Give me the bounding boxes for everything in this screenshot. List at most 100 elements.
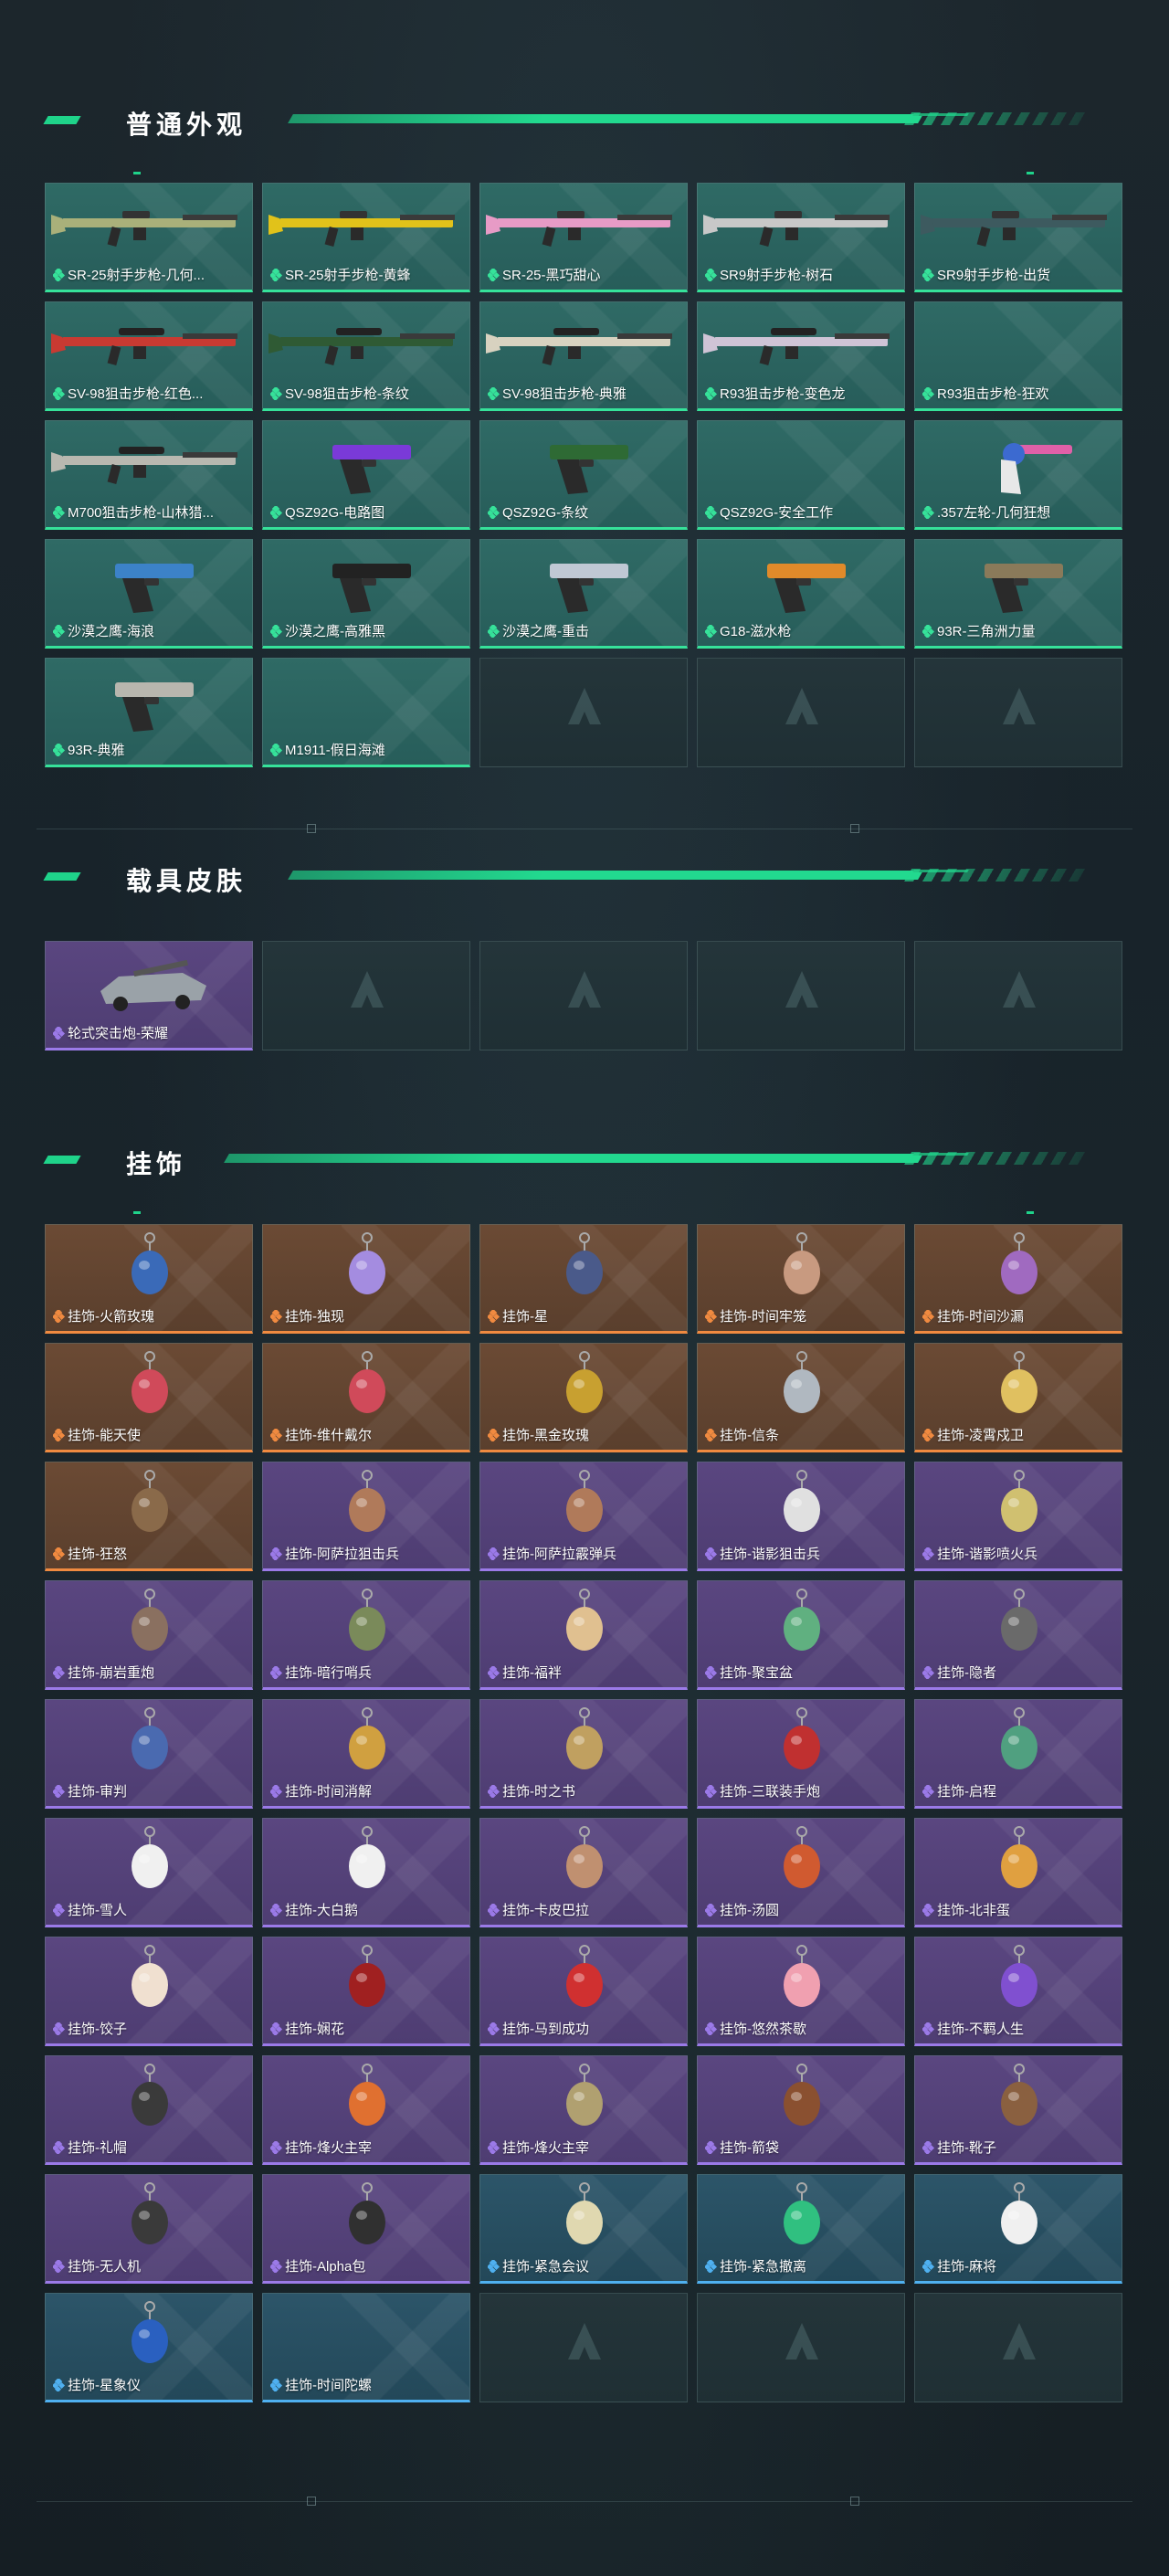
item-tile[interactable]: 挂饰-时之书	[479, 1699, 688, 1809]
charm-icon	[46, 1585, 252, 1667]
item-tile[interactable]: 挂饰-聚宝盆	[697, 1580, 905, 1690]
item-tile[interactable]: 沙漠之鹰-重击	[479, 539, 688, 649]
charm-icon	[263, 1822, 469, 1905]
item-tile[interactable]: QSZ92G-电路图	[262, 420, 470, 530]
rarity-gem-icon	[53, 2140, 68, 2156]
header-tick-left	[133, 172, 141, 174]
charm-icon	[915, 1466, 1122, 1548]
item-tile[interactable]: 挂饰-雪人	[45, 1818, 253, 1927]
item-tile[interactable]: 挂饰-星	[479, 1224, 688, 1334]
item-tile[interactable]: 挂饰-不羁人生	[914, 1937, 1122, 2046]
rarity-gem-icon	[922, 2259, 937, 2275]
item-tile[interactable]: 挂饰-烽火主宰	[262, 2055, 470, 2165]
item-tile[interactable]: .357左轮-几何狂想	[914, 420, 1122, 530]
item-tile[interactable]: 挂饰-福袢	[479, 1580, 688, 1690]
item-tile[interactable]: 挂饰-悠然茶歇	[697, 1937, 905, 2046]
item-tile[interactable]: 挂饰-谐影狙击兵	[697, 1462, 905, 1571]
item-tile[interactable]: 挂饰-靴子	[914, 2055, 1122, 2165]
item-tile[interactable]: 挂饰-大白鹅	[262, 1818, 470, 1927]
item-label: 挂饰-阿萨拉狙击兵	[270, 1544, 464, 1563]
item-tile[interactable]: 挂饰-饺子	[45, 1937, 253, 2046]
item-label: 挂饰-烽火主宰	[488, 2138, 681, 2157]
item-tile[interactable]: 挂饰-信条	[697, 1343, 905, 1452]
item-tile[interactable]: 挂饰-独现	[262, 1224, 470, 1334]
item-tile[interactable]: 挂饰-星象仪	[45, 2293, 253, 2402]
item-tile[interactable]: 挂饰-时间陀螺	[262, 2293, 470, 2402]
item-tile[interactable]: 挂饰-麻将	[914, 2174, 1122, 2284]
item-tile[interactable]: 沙漠之鹰-海浪	[45, 539, 253, 649]
header-bar	[288, 871, 923, 880]
item-tile[interactable]: M700狙击步枪-山林猎...	[45, 420, 253, 530]
rarity-gem-icon	[488, 1665, 502, 1681]
item-tile[interactable]: 挂饰-紧急撤离	[697, 2174, 905, 2284]
item-tile[interactable]: 挂饰-北非蛋	[914, 1818, 1122, 1927]
rarity-gem-icon	[705, 2022, 720, 2037]
empty-slot	[914, 941, 1122, 1050]
item-label: 挂饰-火箭玫瑰	[53, 1306, 247, 1325]
item-tile[interactable]: 挂饰-礼帽	[45, 2055, 253, 2165]
item-tile[interactable]: 挂饰-暗行哨兵	[262, 1580, 470, 1690]
rarity-gem-icon	[705, 1428, 720, 1443]
rifle-icon	[263, 187, 469, 269]
charm-icon	[698, 1466, 904, 1548]
item-tile[interactable]: 沙漠之鹰-高雅黑	[262, 539, 470, 649]
item-tile[interactable]: 挂饰-能天使	[45, 1343, 253, 1452]
item-tile[interactable]: 挂饰-阿萨拉霰弹兵	[479, 1462, 688, 1571]
rarity-gem-icon	[922, 505, 937, 521]
item-tile[interactable]: SV-98狙击步枪-典雅	[479, 301, 688, 411]
item-tile[interactable]: 挂饰-时间牢笼	[697, 1224, 905, 1334]
item-tile[interactable]: SV-98狙击步枪-红色...	[45, 301, 253, 411]
item-tile[interactable]: SR9射手步枪-树石	[697, 183, 905, 292]
item-tile[interactable]: 挂饰-时间消解	[262, 1699, 470, 1809]
sniper-rifle-icon	[698, 306, 904, 388]
item-tile[interactable]: 挂饰-狂怒	[45, 1462, 253, 1571]
item-tile[interactable]: SR-25射手步枪-黄蜂	[262, 183, 470, 292]
item-tile[interactable]: M1911-假日海滩	[262, 658, 470, 767]
pistol-icon	[480, 425, 687, 507]
item-label: 挂饰-紧急会议	[488, 2256, 681, 2275]
item-tile[interactable]: 挂饰-紧急会议	[479, 2174, 688, 2284]
item-tile[interactable]: 挂饰-马到成功	[479, 1937, 688, 2046]
item-tile[interactable]: 轮式突击炮-荣耀	[45, 941, 253, 1050]
item-tile[interactable]: 挂饰-火箭玫瑰	[45, 1224, 253, 1334]
rarity-gem-icon	[705, 1665, 720, 1681]
item-tile[interactable]: QSZ92G-安全工作	[697, 420, 905, 530]
rarity-gem-icon	[270, 268, 285, 283]
item-tile[interactable]: G18-滋水枪	[697, 539, 905, 649]
item-name: 挂饰-黑金玫瑰	[502, 1428, 589, 1443]
item-label: QSZ92G-安全工作	[705, 502, 899, 522]
pistol-icon	[46, 662, 252, 744]
item-tile[interactable]: 挂饰-维什戴尔	[262, 1343, 470, 1452]
rarity-gem-icon	[270, 624, 285, 639]
item-tile[interactable]: 挂饰-时间沙漏	[914, 1224, 1122, 1334]
item-tile[interactable]: 挂饰-隐者	[914, 1580, 1122, 1690]
item-tile[interactable]: 挂饰-箭袋	[697, 2055, 905, 2165]
item-tile[interactable]: 93R-三角洲力量	[914, 539, 1122, 649]
item-tile[interactable]: SR9射手步枪-出货	[914, 183, 1122, 292]
rarity-gem-icon	[53, 2259, 68, 2275]
item-tile[interactable]: SR-25-黑巧甜心	[479, 183, 688, 292]
item-tile[interactable]: 挂饰-Alpha包	[262, 2174, 470, 2284]
item-tile[interactable]: QSZ92G-条纹	[479, 420, 688, 530]
item-tile[interactable]: 挂饰-卡皮巴拉	[479, 1818, 688, 1927]
item-tile[interactable]: SV-98狙击步枪-条纹	[262, 301, 470, 411]
item-tile[interactable]: 挂饰-崩岩重炮	[45, 1580, 253, 1690]
item-tile[interactable]: 挂饰-黑金玫瑰	[479, 1343, 688, 1452]
item-tile[interactable]: 挂饰-谐影喷火兵	[914, 1462, 1122, 1571]
item-tile[interactable]: 挂饰-娴花	[262, 1937, 470, 2046]
item-tile[interactable]: 挂饰-凌霄戍卫	[914, 1343, 1122, 1452]
item-tile[interactable]: SR-25射手步枪-几何...	[45, 183, 253, 292]
item-name: 挂饰-崩岩重炮	[68, 1665, 154, 1681]
item-tile[interactable]: 93R-典雅	[45, 658, 253, 767]
section-header: 普通外观	[0, 102, 1169, 174]
item-tile[interactable]: 挂饰-阿萨拉狙击兵	[262, 1462, 470, 1571]
item-tile[interactable]: R93狙击步枪-变色龙	[697, 301, 905, 411]
item-tile[interactable]: 挂饰-无人机	[45, 2174, 253, 2284]
item-tile[interactable]: 挂饰-审判	[45, 1699, 253, 1809]
item-tile[interactable]: 挂饰-三联装手炮	[697, 1699, 905, 1809]
item-tile[interactable]: 挂饰-汤圆	[697, 1818, 905, 1927]
item-tile[interactable]: R93狙击步枪-狂欢	[914, 301, 1122, 411]
charm-icon	[480, 1466, 687, 1548]
item-tile[interactable]: 挂饰-启程	[914, 1699, 1122, 1809]
item-tile[interactable]: 挂饰-烽火主宰	[479, 2055, 688, 2165]
